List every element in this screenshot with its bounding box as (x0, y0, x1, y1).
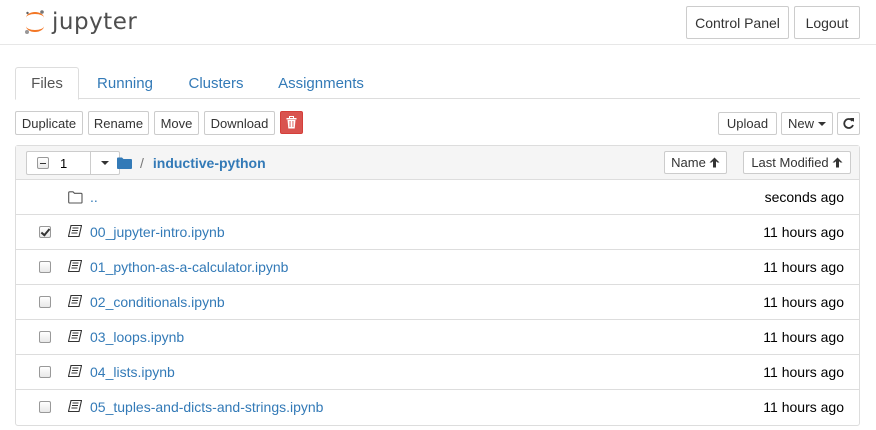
list-item[interactable]: 02_conditionals.ipynb 11 hours ago (16, 285, 859, 320)
tab-assignments[interactable]: Assignments (269, 67, 373, 99)
file-modified-time: 11 hours ago (763, 399, 844, 415)
row-checkbox[interactable] (39, 331, 51, 343)
notebook-icon (68, 400, 82, 412)
tab-bar: Files Running Clusters Assignments (15, 67, 860, 100)
control-panel-button[interactable]: Control Panel (686, 6, 789, 39)
row-checkbox[interactable] (39, 261, 51, 273)
tab-clusters[interactable]: Clusters (179, 67, 253, 99)
file-name-link[interactable]: 00_jupyter-intro.ipynb (90, 215, 225, 250)
arrow-up-icon (709, 157, 720, 168)
file-name-link[interactable]: 05_tuples-and-dicts-and-strings.ipynb (90, 390, 323, 425)
trash-icon (286, 116, 297, 129)
list-item[interactable]: 01_python-as-a-calculator.ipynb 11 hours… (16, 250, 859, 285)
file-modified-time: 11 hours ago (763, 364, 844, 380)
row-checkbox[interactable] (39, 366, 51, 378)
breadcrumb: / inductive-python (117, 146, 266, 180)
jupyter-logo[interactable]: jupyter (24, 6, 137, 38)
list-item[interactable]: 05_tuples-and-dicts-and-strings.ipynb 11… (16, 390, 859, 425)
download-button[interactable]: Download (204, 111, 275, 135)
file-modified-time: 11 hours ago (763, 259, 844, 275)
file-list-header: 1 / inductive-python Name Last Modified (16, 146, 859, 180)
logout-button[interactable]: Logout (794, 6, 860, 39)
list-item[interactable]: 00_jupyter-intro.ipynb 11 hours ago (16, 215, 859, 250)
file-list: 1 / inductive-python Name Last Modified (15, 145, 860, 426)
selected-count: 1 (60, 155, 68, 171)
list-item[interactable]: 04_lists.ipynb 11 hours ago (16, 355, 859, 390)
refresh-icon (843, 118, 854, 129)
new-button-label: New (787, 116, 814, 131)
notebook-icon (68, 260, 82, 272)
selection-dropdown-toggle[interactable] (91, 152, 119, 174)
list-item-parent-folder[interactable]: .. seconds ago (16, 180, 859, 215)
list-item[interactable]: 03_loops.ipynb 11 hours ago (16, 320, 859, 355)
file-name-link[interactable]: 02_conditionals.ipynb (90, 285, 225, 320)
jupyter-logo-icon (25, 10, 44, 34)
tab-running[interactable]: Running (85, 67, 165, 99)
notebook-icon (68, 330, 82, 342)
tab-files[interactable]: Files (15, 67, 79, 100)
delete-button[interactable] (280, 111, 303, 134)
arrow-up-icon (832, 157, 843, 168)
sort-by-last-modified-button[interactable]: Last Modified (743, 151, 851, 174)
select-all-checkbox-area[interactable]: 1 (27, 152, 91, 174)
breadcrumb-current-dir[interactable]: inductive-python (153, 155, 266, 171)
file-name-link[interactable]: 03_loops.ipynb (90, 320, 184, 355)
caret-down-icon (818, 121, 826, 126)
refresh-button[interactable] (837, 112, 860, 135)
duplicate-button[interactable]: Duplicate (15, 111, 83, 135)
breadcrumb-separator: / (140, 155, 144, 171)
partial-select-icon[interactable] (37, 157, 49, 169)
folder-open-outline-icon (68, 191, 83, 204)
notebook-icon (68, 295, 82, 307)
file-modified-time: seconds ago (764, 189, 844, 205)
rename-button[interactable]: Rename (88, 111, 149, 135)
top-header: jupyter Control Panel Logout (0, 0, 876, 45)
notebook-icon (68, 225, 82, 237)
file-name-link[interactable]: 04_lists.ipynb (90, 355, 175, 390)
select-all-control[interactable]: 1 (26, 151, 120, 175)
folder-icon[interactable] (117, 157, 132, 169)
row-checkbox[interactable] (39, 296, 51, 308)
file-modified-time: 11 hours ago (763, 224, 844, 240)
upload-button[interactable]: Upload (718, 112, 777, 135)
file-name-link[interactable]: 01_python-as-a-calculator.ipynb (90, 250, 288, 285)
notebook-icon (68, 365, 82, 377)
row-checkbox[interactable] (39, 401, 51, 413)
file-modified-time: 11 hours ago (763, 294, 844, 310)
logo-text: jupyter (52, 9, 138, 35)
file-modified-time: 11 hours ago (763, 329, 844, 345)
new-dropdown-button[interactable]: New (781, 112, 833, 135)
file-name-link[interactable]: .. (90, 180, 98, 215)
sort-modified-label: Last Modified (751, 155, 829, 170)
move-button[interactable]: Move (154, 111, 199, 135)
sort-name-label: Name (671, 155, 706, 170)
caret-down-icon (101, 161, 109, 165)
row-checkbox[interactable] (39, 226, 51, 238)
sort-by-name-button[interactable]: Name (664, 151, 727, 174)
